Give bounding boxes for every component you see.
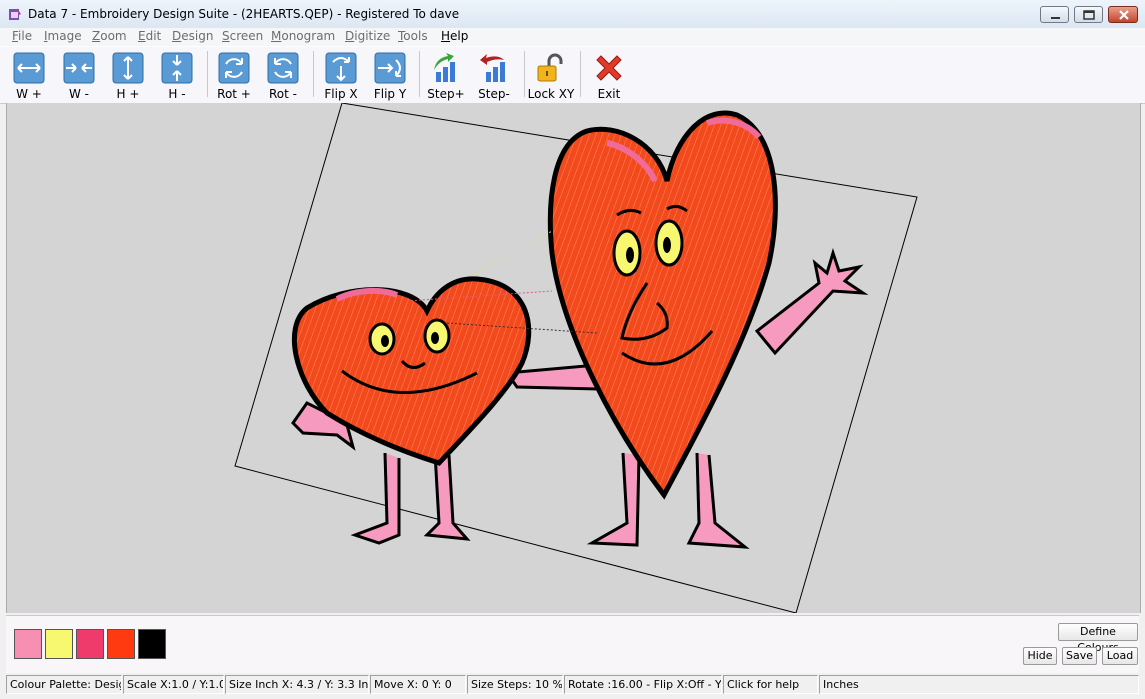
rotate-plus-icon [218,52,250,84]
toolbar-separator [524,51,525,97]
maximize-button[interactable] [1074,6,1103,23]
window-title: Data 7 - Embroidery Design Suite - (2HEA… [28,7,460,21]
define-colours-button[interactable]: Define Colours [1058,623,1138,654]
colour-swatch[interactable] [138,629,166,659]
flip-y-icon [374,52,406,84]
minimize-button[interactable] [1040,6,1069,23]
flip-x-icon [325,52,357,84]
status-scale: Scale X:1.0 / Y:1.0 [123,675,224,694]
embroidery-design [234,103,918,613]
step-plus-icon [434,53,455,82]
menu-screen[interactable]: Screen [222,29,263,43]
width-minus-button[interactable]: W - [54,50,104,101]
menu-image[interactable]: Image [44,29,82,43]
width-plus-label: W + [16,87,42,101]
colour-swatch[interactable] [107,629,135,659]
toolbar-separator [313,51,314,97]
maximize-icon [1083,10,1095,20]
status-move: Move X: 0 Y: 0 [370,675,466,694]
step-minus-label: Step- [478,87,510,101]
title-bar: Data 7 - Embroidery Design Suite - (2HEA… [0,0,1145,29]
minimize-icon [1051,17,1060,19]
step-plus-button[interactable]: Step+ [421,50,471,101]
toolbar: W + W - H + H - Rot + Rot - Flip X Flip … [0,46,1145,104]
rotate-plus-label: Rot + [217,87,251,101]
close-button[interactable] [1108,6,1138,23]
status-colour-palette: Colour Palette: Design [6,675,122,694]
load-button[interactable]: Load [1102,647,1138,665]
height-plus-button[interactable]: H + [103,50,153,101]
app-icon [9,8,21,20]
colour-swatch[interactable] [14,629,42,659]
width-minus-icon [63,52,95,84]
status-size-inch: Size Inch X: 4.3 / Y: 3.3 Inch [225,675,369,694]
rotate-plus-button[interactable]: Rot + [209,50,259,101]
small-heart-right-leg [423,452,471,541]
menu-tools[interactable]: Tools [398,29,428,43]
big-heart-right-arm [754,248,869,356]
menu-digitize[interactable]: Digitize [345,29,390,43]
big-heart-right-leg [686,452,750,549]
width-minus-label: W - [68,87,89,101]
big-heart-left-leg [586,452,641,547]
height-minus-button[interactable]: H - [152,50,202,101]
menu-zoom[interactable]: Zoom [92,29,127,43]
width-plus-button[interactable]: W + [4,50,54,101]
exit-label: Exit [597,87,621,101]
height-minus-label: H - [168,87,186,101]
step-minus-button[interactable]: Step- [469,50,519,101]
design-canvas[interactable] [6,103,1141,613]
colour-swatch[interactable] [45,629,73,659]
flip-y-button[interactable]: Flip Y [365,50,415,101]
toolbar-separator [419,51,420,97]
flip-y-label: Flip Y [373,87,407,101]
status-rotate: Rotate :16.00 - Flip X:Off - Y:Off [564,675,722,694]
lock-xy-label: Lock XY [527,87,575,101]
menu-edit[interactable]: Edit [138,29,161,43]
status-units: Inches [819,675,1139,694]
flip-x-label: Flip X [324,87,358,101]
menu-file[interactable]: File [12,29,32,43]
save-button[interactable]: Save [1062,647,1097,665]
toolbar-separator [580,51,581,97]
rotate-minus-label: Rot - [269,87,297,101]
toolbar-separator [207,51,208,97]
menu-design[interactable]: Design [172,29,213,43]
colour-palette-panel: Define Colours Hide Save Load [6,615,1139,673]
big-heart-body [547,110,778,500]
menu-bar: File Image Zoom Edit Design Screen Monog… [0,28,1145,46]
rotate-minus-button[interactable]: Rot - [258,50,308,101]
height-plus-icon [112,52,144,84]
status-help[interactable]: Click for help [723,675,818,694]
lock-xy-button[interactable]: Lock XY [526,50,576,101]
height-minus-icon [161,52,193,84]
step-plus-label: Step+ [427,87,465,101]
flip-x-button[interactable]: Flip X [316,50,366,101]
colour-swatch[interactable] [76,629,104,659]
hide-button[interactable]: Hide [1023,647,1057,665]
menu-help[interactable]: Help [441,29,468,43]
step-minus-icon [480,54,505,82]
height-plus-label: H + [116,87,140,101]
exit-button[interactable]: Exit [584,50,634,101]
exit-icon [596,55,622,81]
rotate-minus-icon [267,52,299,84]
lock-icon [537,53,563,82]
status-size-steps: Size Steps: 10 % [467,675,563,694]
status-bar: Colour Palette: Design Scale X:1.0 / Y:1… [6,674,1139,695]
menu-monogram[interactable]: Monogram [271,29,335,43]
close-icon [1119,10,1129,20]
width-plus-icon [13,52,45,84]
small-heart-left-leg [350,452,401,545]
